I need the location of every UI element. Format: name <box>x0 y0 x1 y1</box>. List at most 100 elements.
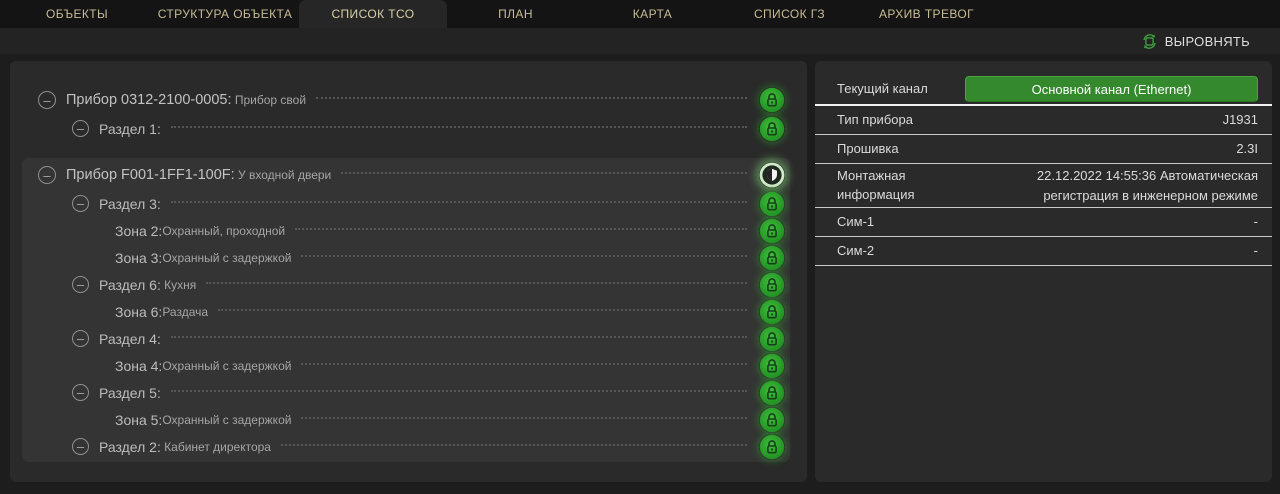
dotted-leader <box>281 444 747 446</box>
detail-value: - <box>965 212 1258 232</box>
collapse-toggle-icon[interactable]: – <box>38 91 56 109</box>
tree-row[interactable]: – Раздел 1: <box>22 115 790 142</box>
tree-item-name: Прибор F001-1FF1-100F: <box>66 167 235 183</box>
lock-icon[interactable] <box>759 272 785 298</box>
detail-value: 2.3I <box>965 139 1258 159</box>
dotted-leader <box>218 309 747 311</box>
tree-row[interactable]: Зона 2: Охранный, проходной <box>22 217 790 244</box>
dotted-leader <box>316 97 747 99</box>
tree-item-description: У входной двери <box>235 168 332 182</box>
tab-plan[interactable]: ПЛАН <box>447 0 584 28</box>
lock-icon[interactable] <box>759 218 785 244</box>
detail-row: Прошивка 2.3I <box>815 135 1272 164</box>
dotted-leader <box>341 172 747 174</box>
tree-item-description: Охранный с задержкой <box>162 413 291 427</box>
device-tree: – Прибор 0312-2100-0005: Прибор свой – <box>10 83 807 462</box>
main-area: – Прибор 0312-2100-0005: Прибор свой – <box>10 61 1272 482</box>
device-tree-panel: – Прибор 0312-2100-0005: Прибор свой – <box>10 61 807 482</box>
collapse-toggle-icon[interactable]: – <box>72 120 89 137</box>
tree-item-description: Прибор свой <box>232 93 307 107</box>
dotted-leader <box>171 390 747 392</box>
detail-row: Сим-2 - <box>815 237 1272 266</box>
top-tab-bar: ОБЪЕКТЫ СТРУКТУРА ОБЪЕКТА СПИСОК ТСО ПЛА… <box>0 0 1280 28</box>
tab-map[interactable]: КАРТА <box>584 0 721 28</box>
dotted-leader <box>295 228 747 230</box>
tree-item-name: Зона 3: <box>115 250 162 266</box>
dotted-leader <box>301 363 747 365</box>
detail-value: - <box>965 241 1258 261</box>
lock-icon[interactable] <box>759 326 785 352</box>
lock-icon[interactable] <box>759 407 785 433</box>
device-details-panel: Текущий канал Основной канал (Ethernet) … <box>815 61 1272 482</box>
tab-object-structure[interactable]: СТРУКТУРА ОБЪЕКТА <box>151 0 299 28</box>
dotted-leader <box>301 417 747 419</box>
detail-label: Сим-1 <box>837 213 965 232</box>
detail-value: J1931 <box>965 110 1258 130</box>
collapse-toggle-icon[interactable]: – <box>72 276 89 293</box>
tree-item-description: Охранный с задержкой <box>162 359 291 373</box>
tree-item-name: Зона 6: <box>115 304 162 320</box>
tree-row[interactable]: – Прибор 0312-2100-0005: Прибор свой <box>22 85 790 115</box>
tree-row[interactable]: Зона 4: Охранный с задержкой <box>22 352 790 379</box>
tree-item-description: Кабинет директора <box>161 440 271 454</box>
detail-row: Монтажная информация 22.12.2022 14:55:36… <box>815 164 1272 208</box>
tab-tso-list[interactable]: СПИСОК ТСО <box>299 0 447 28</box>
tree-item-name: Зона 5: <box>115 412 162 428</box>
dotted-leader <box>171 201 747 203</box>
align-rotate-icon <box>1141 33 1158 50</box>
tree-item-name: Раздел 1: <box>99 121 161 137</box>
tree-item-description: Раздача <box>162 305 208 319</box>
tree-row[interactable]: – Раздел 4: <box>22 325 790 352</box>
detail-row: Текущий канал Основной канал (Ethernet) <box>815 74 1272 106</box>
lock-icon[interactable] <box>759 191 785 217</box>
tree-group: – Прибор F001-1FF1-100F: У входной двери… <box>22 158 790 462</box>
collapse-toggle-icon[interactable]: – <box>72 384 89 401</box>
collapse-toggle-icon[interactable]: – <box>72 438 89 455</box>
collapse-toggle-icon[interactable]: – <box>38 166 56 184</box>
tree-row[interactable]: – Раздел 3: <box>22 190 790 217</box>
lock-icon[interactable] <box>759 434 785 460</box>
detail-label: Сим-2 <box>837 242 965 261</box>
dotted-leader <box>171 336 747 338</box>
channel-button[interactable]: Основной канал (Ethernet) <box>965 76 1258 102</box>
detail-value: 22.12.2022 14:55:36 Автоматическая регис… <box>965 166 1258 205</box>
collapse-toggle-icon[interactable]: – <box>72 330 89 347</box>
detail-label: Монтажная информация <box>837 167 965 205</box>
dotted-leader <box>206 282 747 284</box>
guard-shield-icon[interactable] <box>759 162 785 188</box>
tree-item-name: Раздел 3: <box>99 196 161 212</box>
tree-item-description: Охранный, проходной <box>162 224 285 238</box>
lock-icon[interactable] <box>759 353 785 379</box>
align-button-label: ВЫРОВНЯТЬ <box>1165 34 1250 49</box>
tree-item-name: Прибор 0312-2100-0005: <box>66 92 232 108</box>
detail-row: Тип прибора J1931 <box>815 106 1272 135</box>
collapse-toggle-icon[interactable]: – <box>72 195 89 212</box>
tab-gz-list[interactable]: СПИСОК ГЗ <box>721 0 858 28</box>
tree-item-name: Зона 4: <box>115 358 162 374</box>
tree-row[interactable]: – Прибор F001-1FF1-100F: У входной двери <box>22 160 790 190</box>
lock-icon[interactable] <box>759 245 785 271</box>
detail-label: Текущий канал <box>837 80 965 99</box>
detail-label: Прошивка <box>837 140 965 159</box>
tree-item-name: Раздел 6: <box>99 277 161 293</box>
tree-row[interactable]: Зона 3: Охранный с задержкой <box>22 244 790 271</box>
tree-row[interactable]: – Раздел 5: <box>22 379 790 406</box>
tab-objects[interactable]: ОБЪЕКТЫ <box>3 0 151 28</box>
tree-group: – Прибор 0312-2100-0005: Прибор свой – <box>22 83 790 144</box>
toolbar: ВЫРОВНЯТЬ <box>0 28 1280 54</box>
tree-item-name: Раздел 4: <box>99 331 161 347</box>
align-button[interactable]: ВЫРОВНЯТЬ <box>1141 33 1250 50</box>
tree-item-name: Раздел 2: <box>99 439 161 455</box>
tab-alarm-archive[interactable]: АРХИВ ТРЕВОГ <box>858 0 995 28</box>
tree-row[interactable]: – Раздел 6: Кухня <box>22 271 790 298</box>
tree-row[interactable]: – Раздел 2: Кабинет директора <box>22 433 790 460</box>
lock-icon[interactable] <box>759 87 785 113</box>
tree-row[interactable]: Зона 6: Раздача <box>22 298 790 325</box>
detail-label: Тип прибора <box>837 111 965 130</box>
lock-icon[interactable] <box>759 380 785 406</box>
tree-row[interactable]: Зона 5: Охранный с задержкой <box>22 406 790 433</box>
tree-item-description: Кухня <box>161 278 196 292</box>
lock-icon[interactable] <box>759 299 785 325</box>
detail-row: Сим-1 - <box>815 208 1272 237</box>
lock-icon[interactable] <box>759 116 785 142</box>
